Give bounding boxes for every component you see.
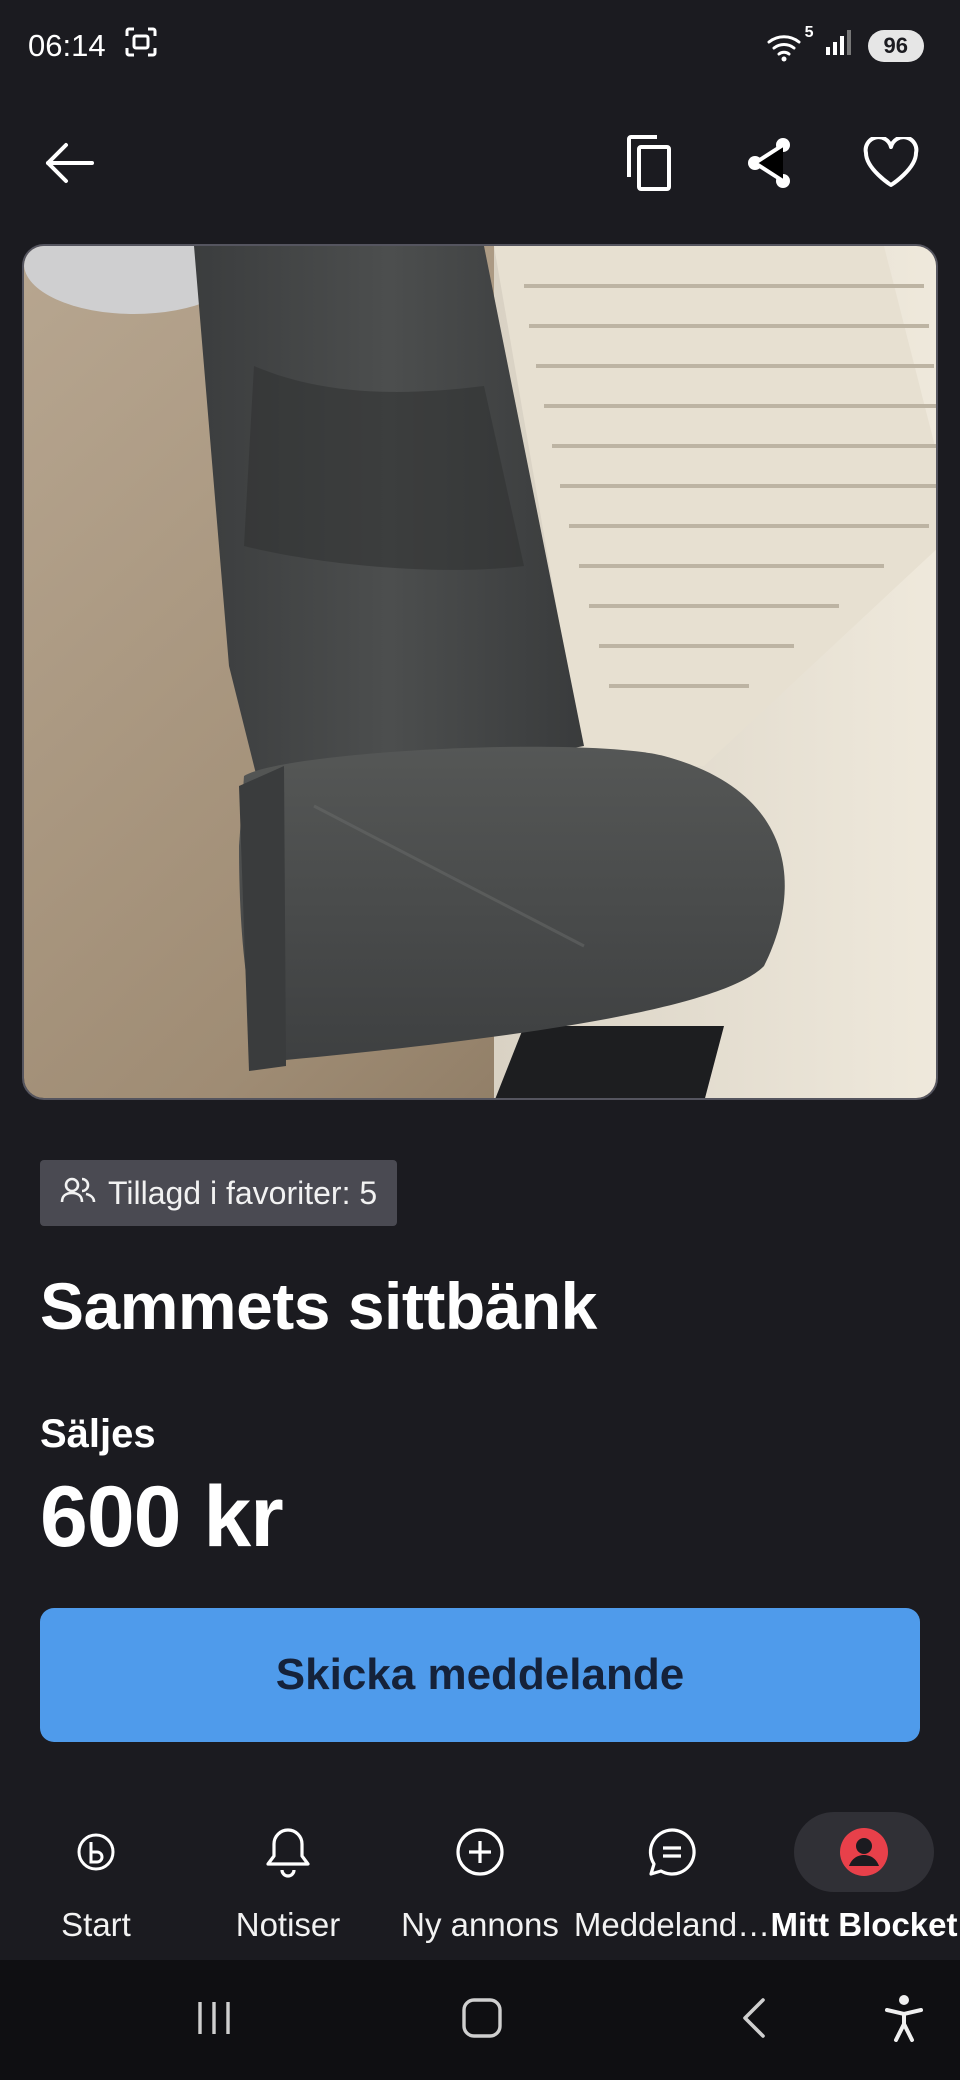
nav-item-mitt-blocket[interactable]: Mitt Blocket	[768, 1800, 960, 1960]
sale-type-label: Säljes	[40, 1412, 156, 1456]
status-bar: 06:14 5 96	[0, 0, 960, 92]
listing-title: Sammets sittbänk	[40, 1269, 597, 1343]
wifi-badge: 5	[804, 24, 814, 41]
bell-icon	[218, 1812, 358, 1892]
system-back-button[interactable]	[724, 1990, 784, 2050]
arrow-left-icon	[42, 141, 96, 190]
plus-circle-icon	[410, 1812, 550, 1892]
recent-apps-button[interactable]	[184, 1990, 244, 2050]
back-button[interactable]	[34, 130, 104, 200]
listing-photo-image	[24, 246, 936, 1098]
bottom-nav: Start Notiser Ny annons Meddeland… Mitt …	[0, 1800, 960, 1960]
chevron-left-icon	[739, 1996, 769, 2045]
blocket-logo-icon	[26, 1812, 166, 1892]
recent-apps-icon	[192, 1998, 236, 2043]
listing-photo[interactable]	[22, 244, 938, 1100]
share-button[interactable]	[734, 130, 804, 200]
accessibility-icon	[884, 1994, 924, 2047]
favorite-button[interactable]	[856, 130, 926, 200]
share-icon	[743, 136, 795, 195]
accessibility-button[interactable]	[874, 1990, 934, 2050]
battery-indicator: 96	[867, 30, 924, 62]
copy-icon	[623, 133, 675, 198]
copy-button[interactable]	[614, 130, 684, 200]
nav-item-meddelanden[interactable]: Meddeland…	[573, 1800, 771, 1960]
home-square-icon	[460, 1996, 504, 2045]
profile-icon	[794, 1812, 934, 1892]
nav-label-meddelanden: Meddeland…	[573, 1906, 771, 1943]
listing-price: 600 kr	[40, 1469, 284, 1565]
status-time: 06:14	[28, 28, 106, 63]
home-button[interactable]	[452, 1990, 512, 2050]
users-icon	[60, 1175, 96, 1212]
nav-item-ny-annons[interactable]: Ny annons	[384, 1800, 576, 1960]
nav-item-start[interactable]: Start	[0, 1800, 192, 1960]
nav-label-start: Start	[61, 1906, 131, 1943]
chat-icon	[602, 1812, 742, 1892]
nav-label-mitt-blocket: Mitt Blocket	[770, 1906, 958, 1943]
heart-icon	[862, 134, 920, 194]
nav-item-notiser[interactable]: Notiser	[192, 1800, 384, 1960]
favorites-count-label: Tillagd i favoriter: 5	[108, 1174, 378, 1211]
signal-icon	[824, 27, 854, 65]
screenshot-icon	[124, 26, 158, 66]
app-bar	[0, 120, 960, 210]
wifi-icon: 5	[766, 24, 814, 62]
send-message-button[interactable]: Skicka meddelande	[40, 1608, 920, 1742]
nav-label-notiser: Notiser	[235, 1906, 341, 1943]
system-nav-bar	[0, 1960, 960, 2080]
nav-label-ny-annons: Ny annons	[401, 1906, 559, 1943]
favorites-badge: Tillagd i favoriter: 5	[40, 1160, 398, 1226]
